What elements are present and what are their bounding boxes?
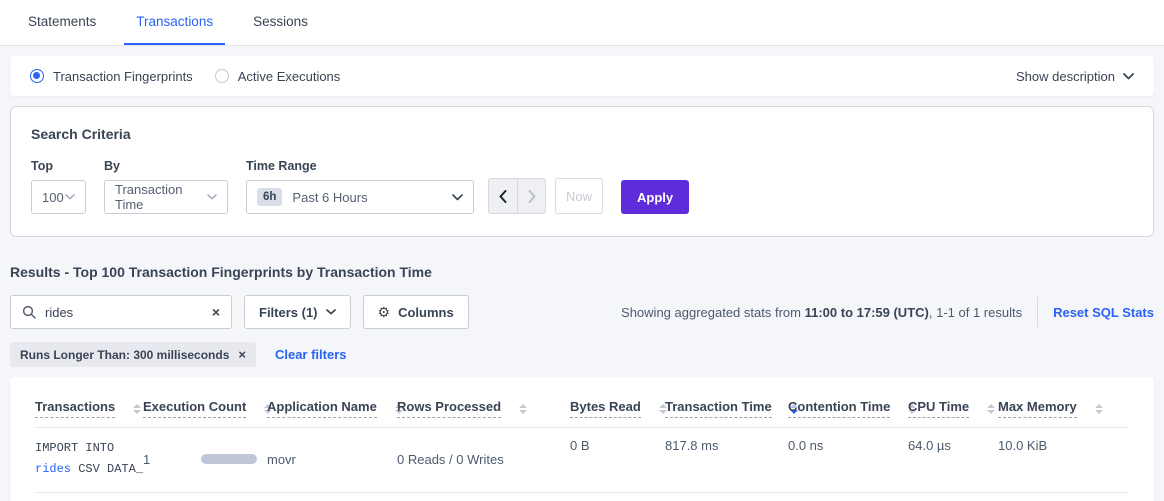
chevron-left-icon (499, 190, 507, 203)
cell-transaction-time: 817.8 ms (665, 428, 788, 493)
filter-chip-label: Runs Longer Than: 300 milliseconds (20, 348, 229, 362)
radio-label: Transaction Fingerprints (53, 69, 193, 84)
chevron-down-icon (452, 194, 463, 201)
show-description-toggle[interactable]: Show description (1016, 69, 1134, 84)
clear-search-icon[interactable]: × (212, 305, 220, 319)
search-icon (22, 305, 36, 319)
filter-chip: Runs Longer Than: 300 milliseconds × (10, 342, 256, 367)
time-range-value: Past 6 Hours (292, 190, 452, 205)
sort-icon (133, 404, 141, 414)
search-input[interactable] (45, 305, 212, 320)
cell-cpu-time: 64.0 µs (908, 428, 998, 493)
radio-transaction-fingerprints[interactable]: Transaction Fingerprints (30, 69, 193, 84)
by-select-value: Transaction Time (115, 182, 207, 212)
apply-button[interactable]: Apply (621, 180, 689, 214)
aggregated-stats-text: Showing aggregated stats from 11:00 to 1… (621, 305, 1022, 320)
results-controls: × Filters (1) ⚙ Columns Showing aggregat… (10, 295, 1154, 329)
chevron-down-icon (326, 309, 336, 315)
remove-filter-icon[interactable]: × (238, 347, 246, 362)
now-button[interactable]: Now (555, 178, 603, 214)
chevron-down-icon (65, 194, 75, 200)
active-filters-row: Runs Longer Than: 300 milliseconds × Cle… (10, 342, 1154, 367)
top-field: Top 100 (31, 159, 86, 214)
sort-icon (987, 404, 995, 414)
show-description-label: Show description (1016, 69, 1115, 84)
cell-contention-time: 0.0 ns (788, 428, 908, 493)
tab-statements[interactable]: Statements (16, 0, 108, 45)
column-header-max-memory[interactable]: Max Memory (998, 387, 1129, 428)
sort-icon (519, 404, 527, 414)
top-select[interactable]: 100 (31, 180, 86, 214)
tab-transactions[interactable]: Transactions (124, 0, 225, 45)
reset-sql-stats-link[interactable]: Reset SQL Stats (1053, 305, 1154, 320)
next-time-range-button[interactable] (517, 178, 546, 214)
transactions-table: Transactions Execution Count Application… (35, 387, 1129, 493)
time-range-badge: 6h (257, 188, 282, 206)
results-title: Results - Top 100 Transaction Fingerprin… (10, 264, 1154, 280)
by-select[interactable]: Transaction Time (104, 180, 228, 214)
stats-suffix: , 1-1 of 1 results (929, 305, 1022, 320)
by-label: By (104, 159, 228, 173)
results-table-card: Transactions Execution Count Application… (10, 377, 1154, 501)
chevron-down-icon (207, 194, 217, 200)
stats-prefix: Showing aggregated stats from (621, 305, 805, 320)
by-field: By Transaction Time (104, 159, 228, 214)
cell-execution-count: 1 (143, 428, 267, 493)
gear-icon: ⚙ (378, 304, 391, 321)
column-header-contention-time[interactable]: Contention Time (788, 387, 908, 428)
transaction-fingerprint-link[interactable]: rides (35, 462, 71, 476)
search-criteria-title: Search Criteria (31, 126, 1133, 142)
time-range-label: Time Range (246, 159, 474, 173)
search-box: × (10, 295, 232, 329)
cell-application-name: movr (267, 428, 397, 493)
time-range-select[interactable]: 6h Past 6 Hours (246, 180, 474, 214)
table-header-row: Transactions Execution Count Application… (35, 387, 1129, 428)
transaction-statement[interactable]: IMPORT INTO rides CSV DATA_ (35, 438, 137, 480)
radio-selected-icon (30, 69, 44, 83)
radio-label: Active Executions (238, 69, 341, 84)
columns-button-label: Columns (398, 305, 454, 320)
chevron-down-icon (1123, 73, 1134, 80)
column-header-rows-processed[interactable]: Rows Processed (397, 387, 570, 428)
column-header-execution-count[interactable]: Execution Count (143, 387, 267, 428)
cell-max-memory: 10.0 KiB (998, 428, 1129, 493)
clear-filters-link[interactable]: Clear filters (275, 347, 347, 362)
column-header-application-name[interactable]: Application Name (267, 387, 397, 428)
view-toggle-bar: Transaction Fingerprints Active Executio… (10, 56, 1154, 96)
chevron-right-icon (528, 190, 536, 203)
cell-bytes-read: 0 B (570, 428, 665, 493)
column-header-transaction-time[interactable]: Transaction Time (665, 387, 788, 428)
table-row: IMPORT INTO rides CSV DATA_ 1 movr 0 Rea… (35, 428, 1129, 493)
tab-sessions[interactable]: Sessions (241, 0, 320, 45)
filters-button-label: Filters (1) (259, 305, 318, 320)
top-label: Top (31, 159, 86, 173)
column-header-cpu-time[interactable]: CPU Time (908, 387, 998, 428)
search-criteria-panel: Search Criteria Top 100 By Transaction T… (10, 106, 1154, 237)
sort-icon (1095, 404, 1103, 414)
stats-time-range: 11:00 to 17:59 (UTC) (805, 305, 929, 320)
filters-button[interactable]: Filters (1) (244, 295, 351, 329)
execution-count-bar (201, 454, 257, 464)
top-select-value: 100 (42, 190, 65, 205)
time-range-field: Time Range 6h Past 6 Hours (246, 159, 474, 214)
page-tabs: Statements Transactions Sessions (0, 0, 1164, 46)
radio-active-executions[interactable]: Active Executions (215, 69, 341, 84)
cell-rows-processed: 0 Reads / 0 Writes (397, 428, 570, 493)
vertical-divider (1037, 297, 1038, 327)
cell-transaction-fingerprint: IMPORT INTO rides CSV DATA_ (35, 428, 143, 493)
radio-unselected-icon (215, 69, 229, 83)
columns-button[interactable]: ⚙ Columns (363, 295, 469, 329)
time-range-pager (488, 178, 546, 214)
column-header-transactions[interactable]: Transactions (35, 387, 143, 428)
previous-time-range-button[interactable] (488, 178, 517, 214)
column-header-bytes-read[interactable]: Bytes Read (570, 387, 665, 428)
